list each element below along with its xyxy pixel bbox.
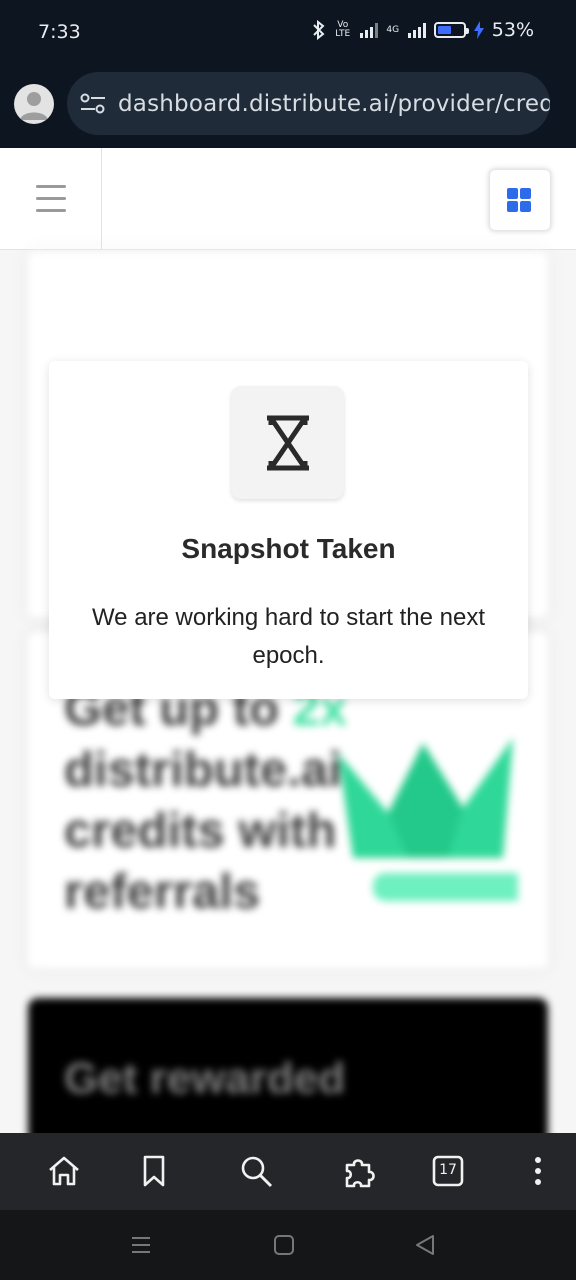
hourglass-icon — [267, 415, 309, 471]
url-field[interactable]: dashboard.distribute.ai/provider/credits — [67, 72, 550, 135]
recent-apps-icon[interactable] — [130, 1234, 152, 1261]
modal-message: We are working hard to start the next ep… — [91, 604, 486, 669]
extensions-icon[interactable] — [341, 1153, 377, 1189]
status-time: 7:33 — [38, 21, 81, 43]
charging-icon — [473, 21, 484, 39]
hamburger-menu-button[interactable] — [0, 148, 102, 249]
tune-icon[interactable] — [79, 92, 107, 121]
browser-toolbar: 17 — [0, 1133, 576, 1210]
rewards-card: Get rewarded — [28, 998, 548, 1133]
more-icon[interactable] — [520, 1153, 556, 1189]
web-page: Get up to 2x distribute.ai credits with … — [0, 148, 576, 1133]
site-header — [0, 148, 576, 250]
status-bar: 7:33 Vo LTE 4G 53% — [0, 0, 576, 66]
home-square-icon[interactable] — [273, 1234, 295, 1261]
status-icons: Vo LTE 4G 53% — [312, 19, 534, 41]
volte-indicator: Vo LTE — [335, 20, 351, 39]
signal-icon-2 — [407, 22, 426, 38]
search-icon[interactable] — [238, 1153, 274, 1189]
crown-icon — [338, 738, 518, 901]
modal-title: Snapshot Taken — [181, 533, 396, 564]
home-icon[interactable] — [46, 1153, 82, 1189]
tabs-icon[interactable]: 17 — [430, 1153, 466, 1189]
bluetooth-icon — [313, 20, 325, 40]
back-icon[interactable] — [414, 1234, 436, 1261]
person-icon[interactable] — [14, 84, 54, 124]
snapshot-modal: Snapshot Taken We are working hard to st… — [49, 361, 528, 699]
browser-address-bar: dashboard.distribute.ai/provider/credits — [0, 66, 576, 148]
signal-icon — [359, 22, 378, 38]
tab-count: 17 — [439, 1162, 457, 1178]
rewards-card-title: Get rewarded — [64, 1054, 346, 1103]
battery-percent: 53% — [491, 19, 534, 41]
modal-icon-box — [231, 386, 344, 499]
battery-icon — [433, 22, 469, 38]
network-type-indicator: 4G — [386, 24, 400, 35]
url-text: dashboard.distribute.ai/provider/credits — [118, 91, 550, 117]
system-navigation-bar — [0, 1210, 576, 1280]
bookmark-icon[interactable] — [136, 1153, 172, 1189]
apps-grid-button[interactable] — [489, 169, 551, 231]
